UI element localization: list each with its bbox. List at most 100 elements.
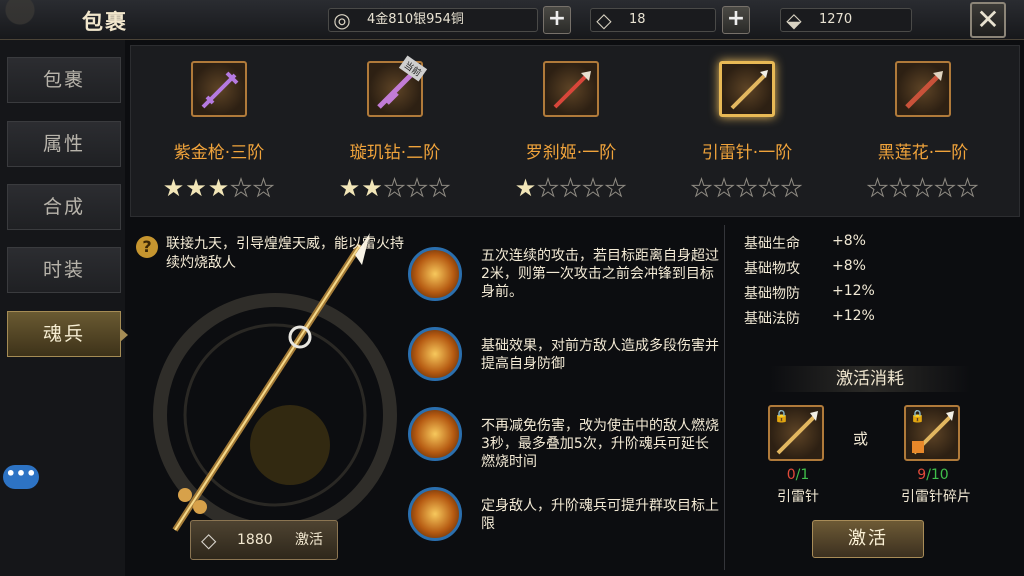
cost-item-count: 0/1 — [768, 467, 828, 483]
weapon-card[interactable]: 罗刹姬·一阶 ★★★★★ — [483, 46, 659, 216]
coin-icon: ◎ — [333, 8, 351, 32]
star-empty-icon: ★ — [934, 174, 957, 202]
tab-attributes[interactable]: 属性 — [7, 121, 121, 167]
star-filled-icon: ★ — [361, 174, 384, 202]
tab-fashion[interactable]: 时装 — [7, 247, 121, 293]
skill-item: 不再减免伤害，改为使击中的敌人燃烧3秒，最多叠加5次，升阶魂兵可延长燃烧时间 — [405, 397, 723, 477]
help-icon[interactable]: ? — [136, 236, 158, 258]
voucher-value: 1270 — [819, 12, 853, 27]
star-filled-icon: ★ — [162, 174, 186, 202]
title-ornament — [0, 0, 80, 40]
add-diamonds-button[interactable]: + — [722, 6, 750, 34]
weapon-description: 联接九天，引导煌煌天威，能以雷火持续灼烧敌人 — [166, 236, 404, 271]
stat-label: 基础法防 — [744, 311, 800, 327]
stat-list: 基础生命 +8% 基础物攻 +8% 基础物防 +12% 基础法防 +12% — [744, 233, 1014, 333]
top-bar: 包裹 ◎ 4金810银954铜 + ◇ 18 + ⬙ 1270 ✕ — [0, 0, 1024, 40]
tab-bag[interactable]: 包裹 — [7, 57, 121, 103]
weapon-name: 黑莲花·一阶 — [877, 143, 969, 163]
cost-item-name: 引雷针 — [777, 489, 819, 505]
star-filled-icon: ★ — [338, 174, 362, 202]
star-empty-icon: ★ — [406, 174, 429, 202]
skill-burn-icon[interactable] — [408, 407, 462, 461]
skill-item: 五次连续的攻击，若目标距离自身超过2米，则第一次攻击之前会冲锋到目标身前。 — [405, 237, 723, 317]
weapon-icon-red-spear — [543, 61, 599, 117]
weapon-name: 紫金枪·三阶 — [173, 143, 265, 163]
star-rating: ★★★★★ — [853, 174, 993, 202]
coin-value: 4金810银954铜 — [367, 12, 464, 27]
activate-cost: 1880 — [237, 532, 273, 548]
weapon-card[interactable]: 紫金枪·三阶 ★★★★★ — [131, 46, 307, 216]
diamond-activate-button[interactable]: ◇ 1880 激活 — [190, 520, 338, 560]
skill-spear-strike-icon[interactable] — [408, 247, 462, 301]
coin-balance: ◎ 4金810银954铜 — [328, 8, 538, 32]
count-have: 0 — [786, 467, 796, 483]
skill-text: 不再减免伤害，改为使击中的敌人燃烧3秒，最多叠加5次，升阶魂兵可延长燃烧时间 — [481, 418, 719, 470]
chat-bubble-button[interactable]: ••• — [3, 465, 39, 489]
weapon-card[interactable]: 引雷针·一阶 ★★★★★ — [659, 46, 835, 216]
star-empty-icon: ★ — [230, 174, 253, 202]
diamond-balance: ◇ 18 — [590, 8, 716, 32]
star-empty-icon: ★ — [713, 174, 736, 202]
weapon-list: 紫金枪·三阶 ★★★★★ 当前 璇玑钻·二阶 ★★★★★ 罗刹姬·一阶 ★★★★… — [130, 45, 1020, 217]
skill-flame-icon[interactable] — [408, 327, 462, 381]
cost-item-thunder-needle-fragment[interactable]: 🔒 — [904, 405, 960, 461]
activate-button[interactable]: 激活 — [812, 520, 924, 558]
cost-item-thunder-needle[interactable]: 🔒 — [768, 405, 824, 461]
skill-item: 定身敌人，升阶魂兵可提升群攻目标上限 — [405, 477, 723, 557]
stat-value: +8% — [832, 233, 866, 249]
star-empty-icon: ★ — [559, 174, 583, 202]
skill-list: 五次连续的攻击，若目标距离自身超过2米，则第一次攻击之前会冲锋到目标身前。 基础… — [405, 225, 723, 573]
panel-divider — [724, 225, 725, 570]
stat-value: +12% — [832, 283, 875, 299]
close-button[interactable]: ✕ — [970, 2, 1006, 38]
star-empty-icon: ★ — [866, 174, 890, 202]
stat-value: +12% — [832, 308, 875, 324]
activation-cost-title: 激活消耗 — [770, 366, 970, 392]
tab-soul-weapon[interactable]: 魂兵 — [7, 311, 128, 357]
star-empty-icon: ★ — [889, 174, 912, 202]
count-need: /1 — [795, 467, 810, 483]
star-filled-icon: ★ — [207, 174, 231, 202]
star-empty-icon: ★ — [428, 174, 452, 202]
skill-text: 定身敌人，升阶魂兵可提升群攻目标上限 — [481, 498, 719, 532]
weapon-icon-thunder-needle — [719, 61, 775, 117]
stat-value: +8% — [832, 258, 866, 274]
skill-text: 五次连续的攻击，若目标距离自身超过2米，则第一次攻击之前会冲锋到目标身前。 — [481, 248, 719, 300]
tab-synthesis[interactable]: 合成 — [7, 184, 121, 230]
star-empty-icon: ★ — [582, 174, 605, 202]
skill-root-icon[interactable] — [408, 487, 462, 541]
star-empty-icon: ★ — [604, 174, 628, 202]
skill-item: 基础效果，对前方敌人造成多段伤害并提高自身防御 — [405, 317, 723, 397]
stat-row: 基础法防 +12% — [744, 308, 1014, 333]
weapon-card[interactable]: 黑莲花·一阶 ★★★★★ — [835, 46, 1011, 216]
weapon-icon-drill: 当前 — [367, 55, 428, 117]
diamond-icon: ◇ — [201, 528, 217, 552]
star-empty-icon: ★ — [911, 174, 935, 202]
add-coins-button[interactable]: + — [543, 6, 571, 34]
star-rating: ★★★★★ — [325, 174, 465, 202]
star-empty-icon: ★ — [758, 174, 781, 202]
stat-label: 基础物攻 — [744, 261, 800, 277]
star-rating: ★★★★★ — [149, 174, 289, 202]
star-empty-icon: ★ — [956, 174, 980, 202]
cost-item-name: 引雷针碎片 — [901, 489, 971, 505]
stat-row: 基础物防 +12% — [744, 283, 1014, 308]
star-empty-icon: ★ — [780, 174, 804, 202]
star-empty-icon: ★ — [383, 174, 407, 202]
diamond-icon: ◇ — [596, 8, 612, 32]
star-rating: ★★★★★ — [677, 174, 817, 202]
stat-label: 基础物防 — [744, 286, 800, 302]
cost-item-count: 9/10 — [898, 467, 968, 483]
weapon-icon-purple-spear — [191, 61, 247, 117]
weapon-card[interactable]: 当前 璇玑钻·二阶 ★★★★★ — [307, 46, 483, 216]
weapon-icon-black-lotus — [895, 61, 951, 117]
stat-label: 基础生命 — [744, 236, 800, 252]
count-have: 9 — [917, 467, 927, 483]
stat-row: 基础生命 +8% — [744, 233, 1014, 258]
activate-label: 激活 — [295, 532, 323, 548]
star-filled-icon: ★ — [514, 174, 538, 202]
diamond-value: 18 — [629, 12, 646, 27]
weapon-detail-panel: ? 联接九天，引导煌煌天威，能以雷火持续灼烧敌人 ◇ 1880 激活 — [130, 225, 404, 573]
star-filled-icon: ★ — [185, 174, 208, 202]
stat-row: 基础物攻 +8% — [744, 258, 1014, 283]
